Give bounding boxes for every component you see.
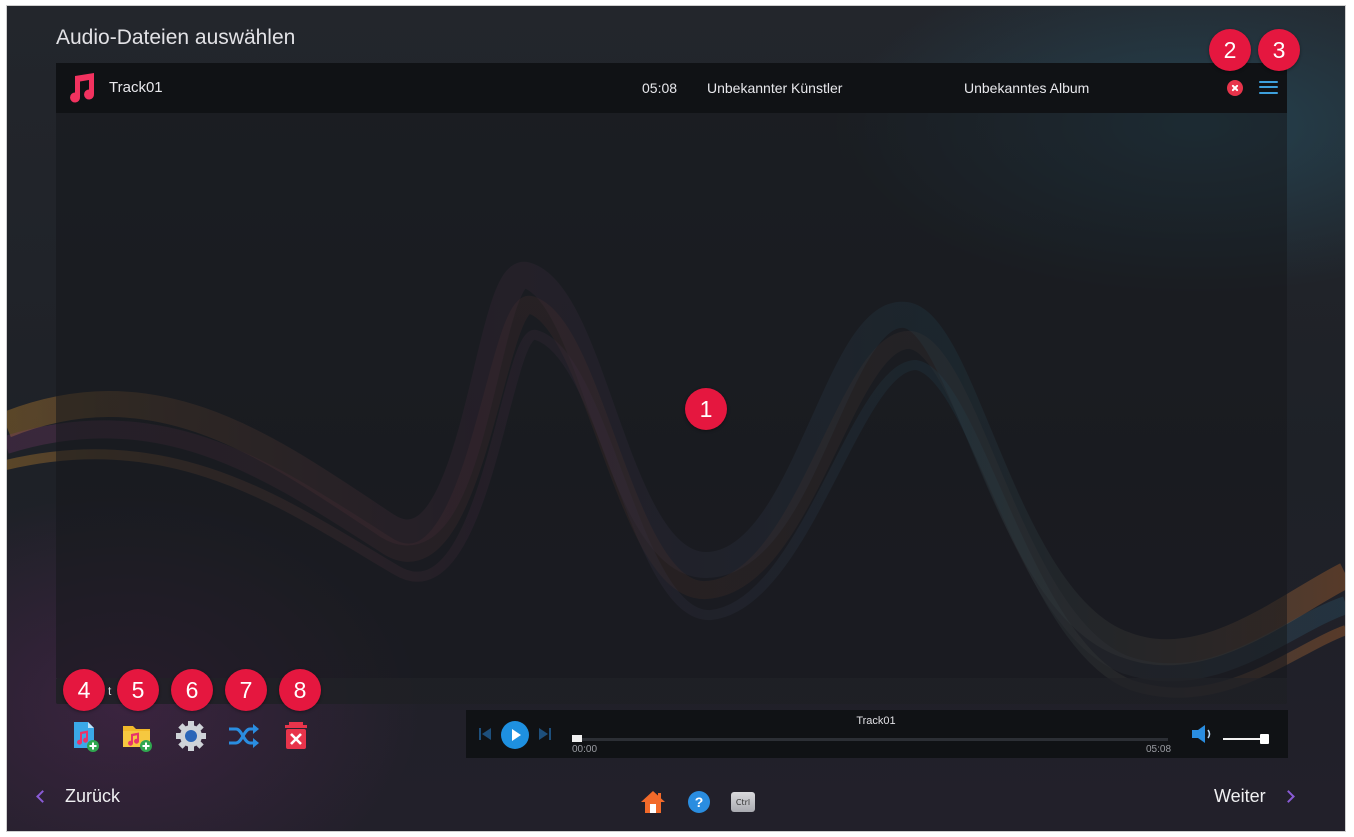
add-audio-file-icon[interactable]	[68, 718, 102, 754]
total-time: 05:08	[1146, 744, 1172, 755]
previous-track-icon[interactable]	[478, 727, 492, 741]
track-album: Unbekanntes Album	[964, 80, 1090, 96]
chevron-right-icon	[1281, 790, 1295, 803]
next-track-icon[interactable]	[538, 727, 552, 741]
track-list-area[interactable]	[56, 63, 1287, 678]
add-audio-folder-icon[interactable]	[120, 718, 154, 754]
track-artist: Unbekannter Künstler	[707, 80, 843, 96]
home-icon[interactable]	[640, 790, 666, 814]
help-icon[interactable]: ?	[688, 791, 710, 813]
volume-handle[interactable]	[1260, 734, 1269, 744]
chevron-left-icon	[36, 790, 49, 803]
callout-badge-3: 3	[1258, 29, 1300, 71]
back-label: Zurück	[65, 786, 121, 806]
status-text: t	[108, 684, 112, 698]
track-duration: 05:08	[642, 80, 678, 96]
callout-badge-8: 8	[279, 669, 321, 711]
player-track-title: Track01	[856, 715, 896, 727]
page-title: Audio-Dateien auswählen	[56, 26, 296, 49]
seek-handle[interactable]	[572, 735, 582, 742]
delete-all-icon[interactable]	[280, 718, 314, 754]
volume-icon[interactable]	[1190, 723, 1216, 745]
next-label: Weiter	[1214, 786, 1266, 806]
callout-badge-5: 5	[117, 669, 159, 711]
current-time: 00:00	[572, 744, 598, 755]
back-button[interactable]: Zurück	[36, 786, 121, 807]
callout-badge-7: 7	[225, 669, 267, 711]
remove-track-icon[interactable]	[1227, 80, 1243, 96]
audio-player: Track01 00:00 05:08	[466, 710, 1288, 758]
music-note-icon	[70, 73, 95, 103]
callout-badge-4: 4	[63, 669, 105, 711]
play-button[interactable]	[501, 721, 529, 749]
next-button[interactable]: Weiter	[1214, 786, 1295, 807]
track-row[interactable]: Track01 05:08 Unbekannter Künstler Unbek…	[56, 63, 1287, 113]
shuffle-icon[interactable]	[226, 718, 260, 754]
track-name: Track01	[109, 79, 163, 96]
volume-slider[interactable]	[1223, 738, 1263, 740]
callout-badge-1: 1	[685, 388, 727, 430]
settings-gear-icon[interactable]	[174, 718, 208, 754]
menu-icon[interactable]	[1259, 80, 1278, 95]
seek-bar[interactable]	[572, 738, 1168, 741]
callout-badge-2: 2	[1209, 29, 1251, 71]
ctrl-key-icon[interactable]: Ctrl	[731, 792, 755, 812]
callout-badge-6: 6	[171, 669, 213, 711]
